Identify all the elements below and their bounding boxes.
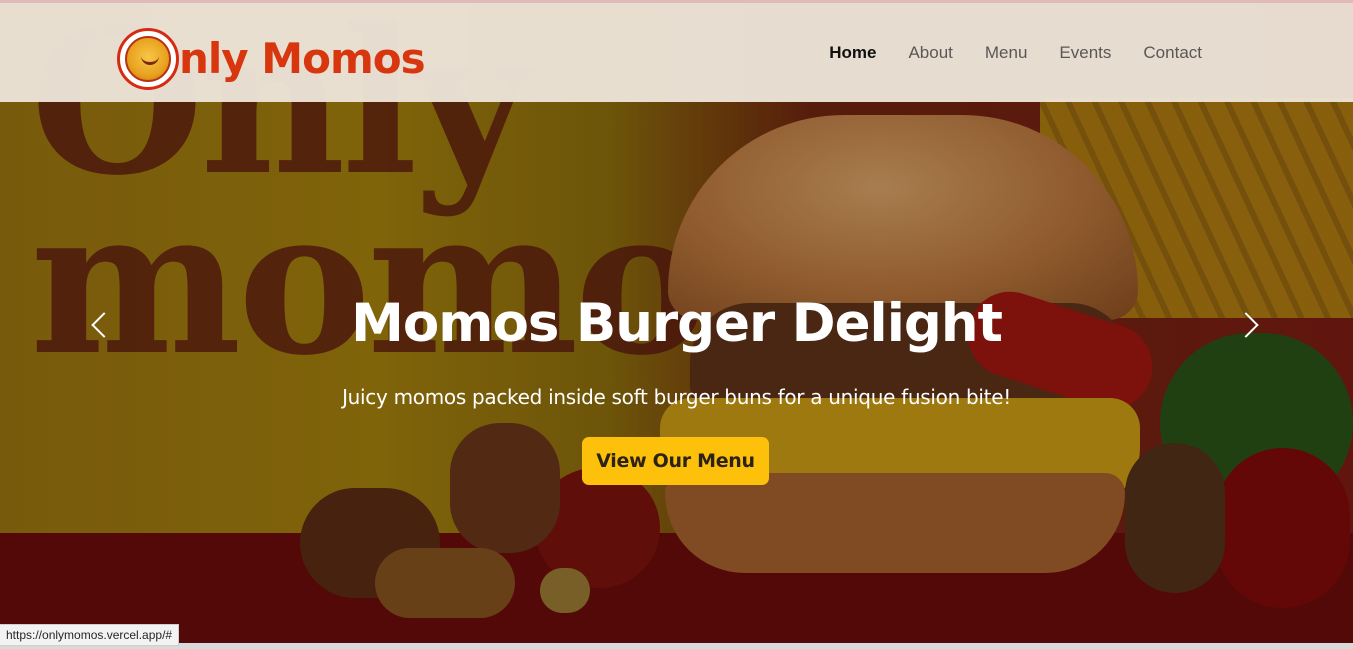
hero-caption: Momos Burger Delight Juicy momos packed …: [0, 290, 1353, 411]
chevron-right-icon: [1233, 312, 1259, 338]
view-menu-button[interactable]: View Our Menu: [582, 437, 769, 485]
brand-logo-link[interactable]: nly Momos: [117, 28, 426, 90]
carousel-next-button[interactable]: [1230, 300, 1270, 350]
nav-link-about[interactable]: About: [892, 41, 968, 65]
nav-link-events[interactable]: Events: [1043, 41, 1127, 65]
carousel-prev-button[interactable]: [80, 300, 120, 350]
nav-links: Home About Menu Events Contact: [813, 41, 1218, 65]
momo-mascot-icon: [117, 28, 179, 90]
hero-subtitle: Juicy momos packed inside soft burger bu…: [342, 385, 1011, 409]
nav-link-contact[interactable]: Contact: [1127, 41, 1218, 65]
status-bar-url: https://onlymomos.vercel.app/#: [0, 624, 180, 646]
brand-name: nly Momos: [179, 34, 426, 83]
nav-link-menu[interactable]: Menu: [969, 41, 1044, 65]
page-bottom-strip: [0, 643, 1353, 649]
chevron-left-icon: [91, 312, 117, 338]
navbar: nly Momos Home About Menu Events Contact: [0, 3, 1353, 102]
hero-title: Momos Burger Delight: [351, 293, 1003, 354]
nav-link-home[interactable]: Home: [813, 41, 892, 65]
